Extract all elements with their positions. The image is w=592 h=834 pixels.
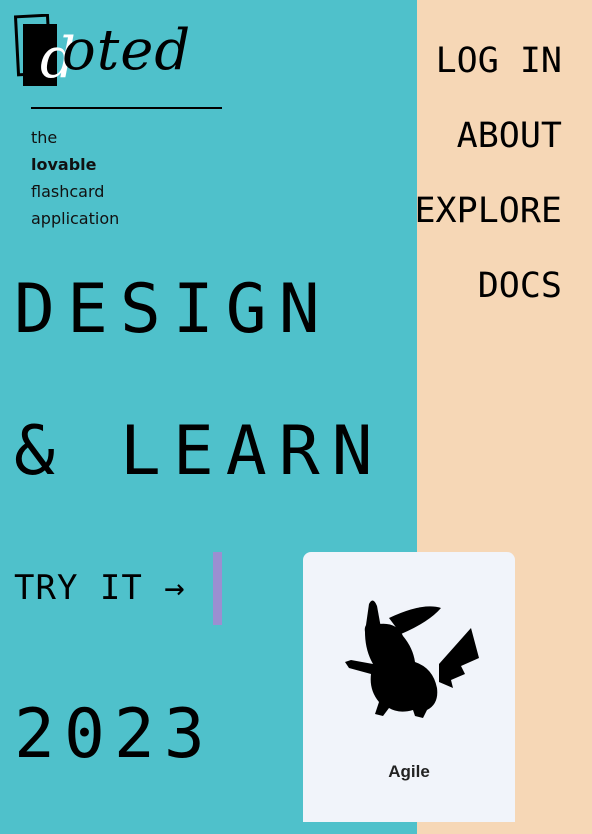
nav-about[interactable]: ABOUT bbox=[414, 99, 562, 174]
logo[interactable]: d oted bbox=[14, 14, 204, 92]
accent-bar bbox=[213, 552, 222, 625]
pikachu-silhouette-icon bbox=[345, 600, 479, 718]
headline-design: DESIGN bbox=[14, 270, 332, 349]
logo-wordmark: oted bbox=[62, 18, 192, 83]
tagline: the lovable flashcard application bbox=[31, 124, 119, 232]
nav-explore[interactable]: EXPLORE bbox=[414, 174, 562, 249]
nav-docs[interactable]: DOCS bbox=[414, 249, 562, 324]
headline-learn: & LEARN bbox=[14, 412, 385, 491]
tagline-line: the bbox=[31, 128, 58, 147]
tagline-line: application bbox=[31, 209, 120, 228]
flashcard-label: Agile bbox=[388, 762, 430, 781]
logo-divider bbox=[31, 107, 222, 109]
try-it-button[interactable]: TRY IT → bbox=[14, 566, 186, 610]
nav-log-in[interactable]: LOG IN bbox=[414, 24, 562, 99]
main-nav: LOG IN ABOUT EXPLORE DOCS bbox=[414, 24, 562, 324]
year: 2023 bbox=[14, 695, 214, 774]
tagline-line: lovable bbox=[31, 155, 97, 174]
tagline-line: flashcard bbox=[31, 182, 105, 201]
flashcard[interactable]: Agile bbox=[303, 552, 515, 822]
